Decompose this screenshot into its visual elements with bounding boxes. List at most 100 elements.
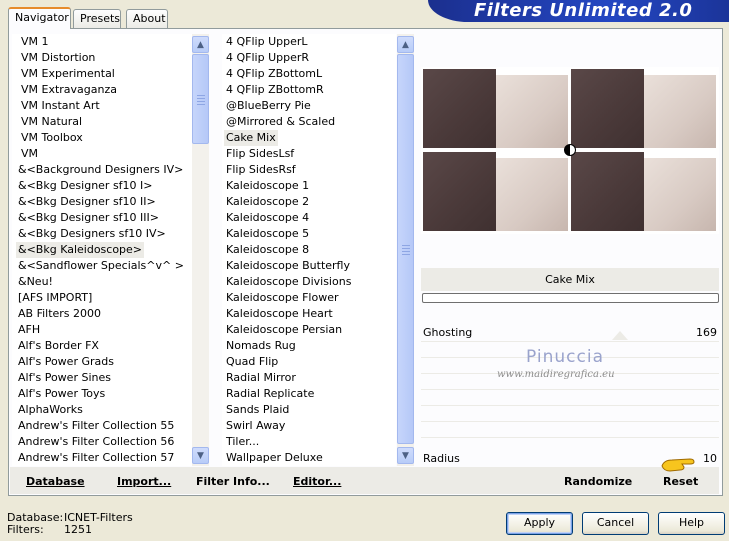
list-item[interactable]: Andrew's Filter Collection 56 xyxy=(16,434,176,450)
list-item[interactable]: &<Background Designers IV> xyxy=(16,162,185,178)
list-item[interactable]: VM Experimental xyxy=(19,66,117,82)
list-item[interactable]: VM xyxy=(19,146,40,162)
list-item[interactable]: Wallpaper Deluxe xyxy=(224,450,325,466)
editor-button[interactable]: Editor... xyxy=(293,475,341,489)
filter-scrollbar[interactable]: ▲ ▼ xyxy=(397,34,414,466)
list-item[interactable]: Nomads Rug xyxy=(224,338,298,354)
slider-track xyxy=(421,421,719,422)
preview-tile xyxy=(644,158,716,231)
import-button[interactable]: Import... xyxy=(117,475,171,489)
list-item[interactable]: VM Toolbox xyxy=(19,130,85,146)
tab-presets[interactable]: Presets xyxy=(73,9,121,28)
preview-tile xyxy=(571,152,644,231)
preview-tile xyxy=(496,158,568,231)
list-item[interactable]: Kaleidoscope 2 xyxy=(224,194,311,210)
list-item[interactable]: &<Bkg Designer sf10 III> xyxy=(16,210,161,226)
list-item[interactable]: Andrew's Filter Collection 57 xyxy=(16,450,176,466)
pointing-hand-icon xyxy=(661,458,695,472)
list-item[interactable]: AB Filters 2000 xyxy=(16,306,103,322)
tab-navigator[interactable]: Navigator xyxy=(8,7,71,29)
scroll-up-icon[interactable]: ▲ xyxy=(192,36,209,53)
list-item[interactable]: Alf's Power Toys xyxy=(16,386,107,402)
filters-count: 1251 xyxy=(64,523,92,536)
preview-tile xyxy=(644,75,716,148)
list-item[interactable]: Swirl Away xyxy=(224,418,287,434)
slider-ghosting[interactable]: Ghosting 169 xyxy=(421,325,719,340)
list-item[interactable]: Kaleidoscope 1 xyxy=(224,178,311,194)
list-item[interactable]: VM Distortion xyxy=(19,50,97,66)
database-button[interactable]: Database xyxy=(26,475,85,489)
category-scrollbar[interactable]: ▲ ▼ xyxy=(192,34,209,466)
list-item[interactable]: Quad Flip xyxy=(224,354,280,370)
list-item[interactable]: VM Instant Art xyxy=(19,98,102,114)
cancel-button[interactable]: Cancel xyxy=(582,512,649,535)
list-item[interactable]: Kaleidoscope Heart xyxy=(224,306,335,322)
slider-track xyxy=(421,437,719,438)
list-item[interactable]: &<Sandflower Specials^v^ > xyxy=(16,258,186,274)
filter-info-button[interactable]: Filter Info... xyxy=(196,475,270,489)
tab-about[interactable]: About xyxy=(126,9,168,28)
list-item[interactable]: &<Bkg Designers sf10 IV> xyxy=(16,226,168,242)
watermark-title: Pinuccia xyxy=(526,347,604,367)
slider-track xyxy=(421,405,719,406)
category-list[interactable]: VM 1 VM Distortion VM Experimental VM Extra… xyxy=(12,34,192,466)
apply-button[interactable]: Apply xyxy=(506,512,573,535)
list-item[interactable]: 4 QFlip ZBottomR xyxy=(224,82,326,98)
list-item[interactable]: VM Natural xyxy=(19,114,84,130)
list-item[interactable]: Radial Mirror xyxy=(224,370,298,386)
list-item[interactable]: Kaleidoscope Persian xyxy=(224,322,344,338)
list-item[interactable]: 4 QFlip ZBottomL xyxy=(224,66,324,82)
list-item[interactable]: AFH xyxy=(16,322,42,338)
slider-value: 169 xyxy=(696,326,717,339)
list-item[interactable]: VM 1 xyxy=(19,34,51,50)
filters-label: Filters: xyxy=(7,523,44,536)
slider-thumb-icon[interactable] xyxy=(612,331,628,340)
list-item[interactable]: Kaleidoscope Flower xyxy=(224,290,341,306)
app-title: Filters Unlimited 2.0 xyxy=(474,0,693,21)
split-cursor-icon xyxy=(564,144,576,156)
filter-list[interactable]: 4 QFlip UpperL 4 QFlip UpperR 4 QFlip ZBot… xyxy=(222,34,396,466)
slider-label: Radius xyxy=(423,452,460,465)
list-item[interactable]: Kaleidoscope 8 xyxy=(224,242,311,258)
list-item[interactable]: Radial Replicate xyxy=(224,386,316,402)
list-item[interactable]: Kaleidoscope Divisions xyxy=(224,274,353,290)
list-item[interactable]: 4 QFlip UpperL xyxy=(224,34,310,50)
filter-preview xyxy=(421,67,719,234)
progress-bar xyxy=(422,293,719,303)
list-item[interactable]: Kaleidoscope Butterfly xyxy=(224,258,352,274)
list-item[interactable]: VM Extravaganza xyxy=(19,82,119,98)
list-item[interactable]: Tiler... xyxy=(224,434,261,450)
randomize-button[interactable]: Randomize xyxy=(564,475,632,489)
preview-tile xyxy=(496,75,568,148)
list-item[interactable]: AlphaWorks xyxy=(16,402,85,418)
scroll-down-icon[interactable]: ▼ xyxy=(192,447,209,464)
help-button[interactable]: Help xyxy=(658,512,725,535)
slider-label: Ghosting xyxy=(423,326,473,339)
list-item[interactable]: Alf's Power Grads xyxy=(16,354,116,370)
list-item[interactable]: Flip SidesLsf xyxy=(224,146,296,162)
list-item[interactable]: @Mirrored & Scaled xyxy=(224,114,337,130)
scroll-up-icon[interactable]: ▲ xyxy=(397,36,414,53)
scroll-thumb[interactable] xyxy=(192,54,209,144)
scroll-thumb[interactable] xyxy=(397,54,414,444)
list-item[interactable]: Kaleidoscope 5 xyxy=(224,226,311,242)
preview-tile xyxy=(423,152,496,231)
list-item[interactable]: Alf's Border FX xyxy=(16,338,101,354)
list-item[interactable]: Kaleidoscope 4 xyxy=(224,210,311,226)
list-item[interactable]: &<Bkg Kaleidoscope> xyxy=(16,242,145,258)
list-item[interactable]: [AFS IMPORT] xyxy=(16,290,94,306)
list-item[interactable]: Sands Plaid xyxy=(224,402,291,418)
filter-name: Cake Mix xyxy=(421,268,719,291)
list-item[interactable]: &<Bkg Designer sf10 I> xyxy=(16,178,155,194)
list-item[interactable]: Cake Mix xyxy=(224,130,278,146)
reset-button[interactable]: Reset xyxy=(663,475,698,489)
list-item[interactable]: Andrew's Filter Collection 55 xyxy=(16,418,176,434)
list-item[interactable]: Flip SidesRsf xyxy=(224,162,298,178)
list-item[interactable]: @BlueBerry Pie xyxy=(224,98,313,114)
list-item[interactable]: 4 QFlip UpperR xyxy=(224,50,311,66)
preview-tile xyxy=(571,69,644,148)
list-item[interactable]: &Neu! xyxy=(16,274,55,290)
list-item[interactable]: &<Bkg Designer sf10 II> xyxy=(16,194,158,210)
list-item[interactable]: Alf's Power Sines xyxy=(16,370,113,386)
scroll-down-icon[interactable]: ▼ xyxy=(397,447,414,464)
